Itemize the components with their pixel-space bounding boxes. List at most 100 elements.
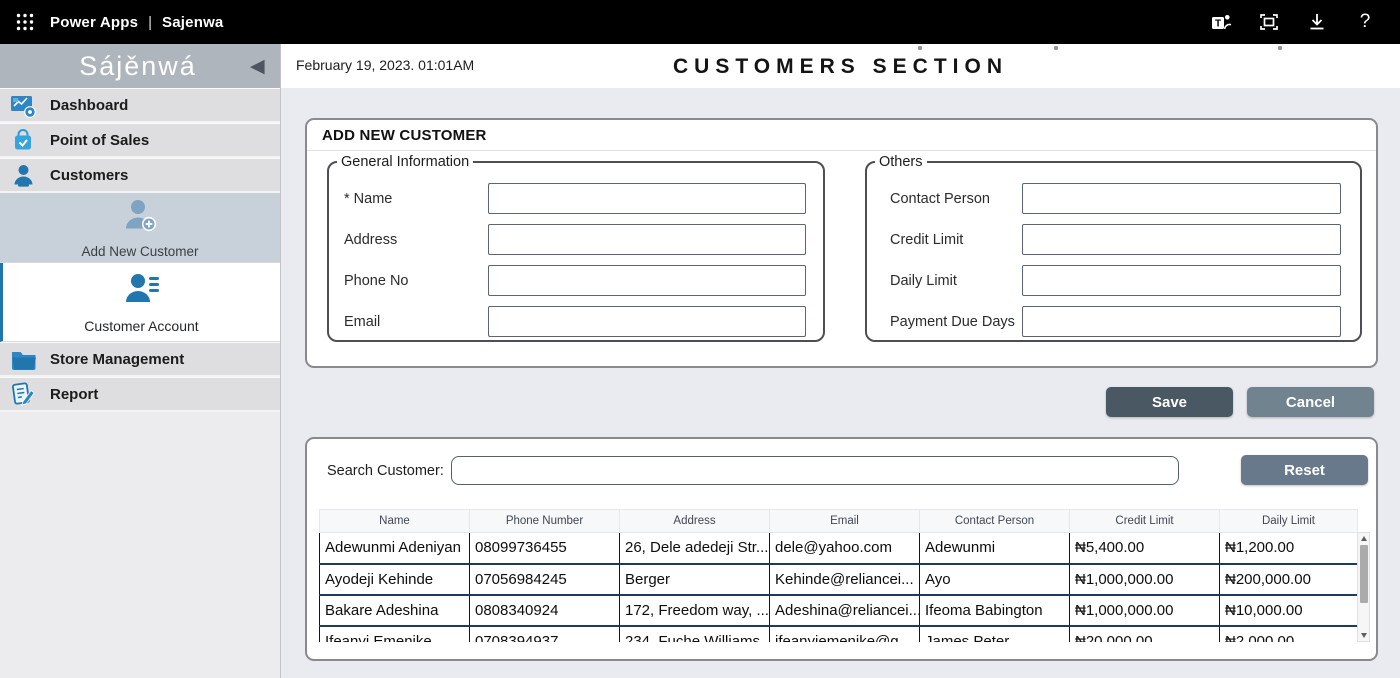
cell-contact-person: James Peter — [920, 626, 1070, 643]
search-customer-label: Search Customer: — [327, 463, 444, 479]
sidebar-item-label: Point of Sales — [50, 132, 149, 149]
table-row[interactable]: Ayodeji Kehinde 07056984245 Berger Kehin… — [320, 564, 1358, 595]
customers-table: Name Phone Number Address Email Contact … — [319, 509, 1358, 642]
others-fieldset: Others Contact Person Credit Limit Daily… — [865, 154, 1362, 342]
cell-email: Kehinde@reliancei... — [770, 564, 920, 595]
payment-due-days-label: Payment Due Days — [867, 314, 1022, 330]
table-row[interactable]: Adewunmi Adeniyan 08099736455 26, Dele a… — [320, 533, 1358, 564]
cell-email: ifeanyiemenike@g... — [770, 626, 920, 643]
col-header-address[interactable]: Address — [620, 510, 770, 533]
main-area: February 19, 2023. 01:01AM CUSTOMERS SEC… — [281, 44, 1400, 678]
cell-contact-person: Ayo — [920, 564, 1070, 595]
table-scrollbar[interactable] — [1357, 532, 1370, 642]
cell-address: 26, Dele adedeji Str... — [620, 533, 770, 564]
sidebar-item-point-of-sales[interactable]: Point of Sales — [0, 123, 280, 158]
sidebar-item-label: Customers — [50, 167, 128, 184]
cell-name: Bakare Adeshina — [320, 595, 470, 626]
col-header-email[interactable]: Email — [770, 510, 920, 533]
cell-credit-limit: ₦5,400.00 — [1070, 533, 1220, 564]
cell-address: 172, Freedom way, ... — [620, 595, 770, 626]
customers-table-wrap: Name Phone Number Address Email Contact … — [319, 509, 1370, 642]
col-header-phone[interactable]: Phone Number — [470, 510, 620, 533]
name-field[interactable] — [488, 183, 806, 214]
panel-title: ADD NEW CUSTOMER — [307, 120, 1376, 151]
help-icon[interactable]: ? — [1352, 9, 1378, 35]
teams-icon[interactable]: T — [1208, 9, 1234, 35]
sidebar-item-dashboard[interactable]: Dashboard — [0, 88, 280, 123]
cell-phone: 0708394937 — [470, 626, 620, 643]
scroll-up-arrow-icon[interactable] — [1361, 536, 1367, 541]
decorative-dot — [918, 46, 922, 50]
report-icon — [9, 380, 37, 408]
help-glyph: ? — [1360, 11, 1371, 33]
contact-person-label: Contact Person — [867, 191, 1022, 207]
email-field[interactable] — [488, 306, 806, 337]
cell-phone: 0808340924 — [470, 595, 620, 626]
scrollbar-thumb[interactable] — [1360, 545, 1368, 603]
person-list-icon — [123, 271, 161, 314]
sidebar-item-customer-account[interactable]: Customer Account — [0, 263, 280, 342]
download-icon[interactable] — [1304, 9, 1330, 35]
scroll-down-arrow-icon[interactable] — [1361, 633, 1367, 638]
phone-field[interactable] — [488, 265, 806, 296]
col-header-contact-person[interactable]: Contact Person — [920, 510, 1070, 533]
waffle-dots — [16, 13, 34, 31]
fieldset-legend: Others — [875, 154, 927, 170]
col-header-daily-limit[interactable]: Daily Limit — [1220, 510, 1358, 533]
address-field[interactable] — [488, 224, 806, 255]
sidebar-item-store-management[interactable]: Store Management — [0, 342, 280, 377]
search-customer-input[interactable] — [451, 456, 1179, 485]
address-label: Address — [329, 232, 488, 248]
cell-daily-limit: ₦10,000.00 — [1220, 595, 1358, 626]
reset-button[interactable]: Reset — [1241, 455, 1368, 485]
sidebar-item-label: Report — [50, 386, 98, 403]
col-header-name[interactable]: Name — [320, 510, 470, 533]
fieldset-legend: General Information — [337, 154, 473, 170]
app-title[interactable]: Power Apps — [50, 14, 138, 31]
sidebar-item-add-new-customer[interactable]: Add New Customer — [0, 193, 280, 263]
cell-phone: 08099736455 — [470, 533, 620, 564]
cell-address: 234, Fuche Williams... — [620, 626, 770, 643]
dashboard-icon — [9, 91, 37, 119]
content-area: ADD NEW CUSTOMER General Information * N… — [281, 88, 1400, 678]
contact-person-field[interactable] — [1022, 183, 1341, 214]
page-header: February 19, 2023. 01:01AM CUSTOMERS SEC… — [281, 44, 1400, 88]
table-row[interactable]: Bakare Adeshina 0808340924 172, Freedom … — [320, 595, 1358, 626]
cell-address: Berger — [620, 564, 770, 595]
sidebar-item-label: Store Management — [50, 351, 184, 368]
cell-phone: 07056984245 — [470, 564, 620, 595]
cell-credit-limit: ₦1,000,000.00 — [1070, 564, 1220, 595]
payment-due-days-field[interactable] — [1022, 306, 1341, 337]
waffle-menu-icon[interactable] — [10, 7, 40, 37]
cell-name: Ifeanyi Emenike — [320, 626, 470, 643]
cell-credit-limit: ₦20,000.00 — [1070, 626, 1220, 643]
sidebar-item-report[interactable]: Report — [0, 377, 280, 412]
sidebar-filler — [0, 412, 280, 678]
name-label: * Name — [329, 191, 488, 207]
cell-daily-limit: ₦1,200.00 — [1220, 533, 1358, 564]
cancel-button[interactable]: Cancel — [1247, 387, 1374, 417]
col-header-credit-limit[interactable]: Credit Limit — [1070, 510, 1220, 533]
table-row[interactable]: Ifeanyi Emenike 0708394937 234, Fuche Wi… — [320, 626, 1358, 643]
page-title: CUSTOMERS SECTION — [281, 55, 1400, 79]
credit-limit-field[interactable] — [1022, 224, 1341, 255]
sidebar-logo-row: Sájěnwá ◀ — [0, 44, 280, 88]
credit-limit-label: Credit Limit — [867, 232, 1022, 248]
sidebar: Sájěnwá ◀ Dashboard — [0, 44, 281, 678]
email-label: Email — [329, 314, 488, 330]
sidebar-item-customers[interactable]: Customers — [0, 158, 280, 193]
cell-contact-person: Ifeoma Babington — [920, 595, 1070, 626]
add-new-customer-panel: ADD NEW CUSTOMER General Information * N… — [305, 118, 1378, 368]
daily-limit-field[interactable] — [1022, 265, 1341, 296]
submenu-item-label: Customer Account — [84, 318, 198, 334]
fit-screen-icon[interactable] — [1256, 9, 1282, 35]
save-button[interactable]: Save — [1106, 387, 1233, 417]
app-name: Sajenwa — [162, 14, 223, 31]
person-add-icon — [121, 197, 159, 240]
sidebar-item-label: Dashboard — [50, 97, 128, 114]
cell-name: Adewunmi Adeniyan — [320, 533, 470, 564]
form-actions: Save Cancel — [305, 387, 1378, 417]
general-information-fieldset: General Information * Name Address Phone… — [327, 154, 825, 342]
sidebar-collapse-button[interactable]: ◀ — [250, 55, 280, 78]
cell-name: Ayodeji Kehinde — [320, 564, 470, 595]
